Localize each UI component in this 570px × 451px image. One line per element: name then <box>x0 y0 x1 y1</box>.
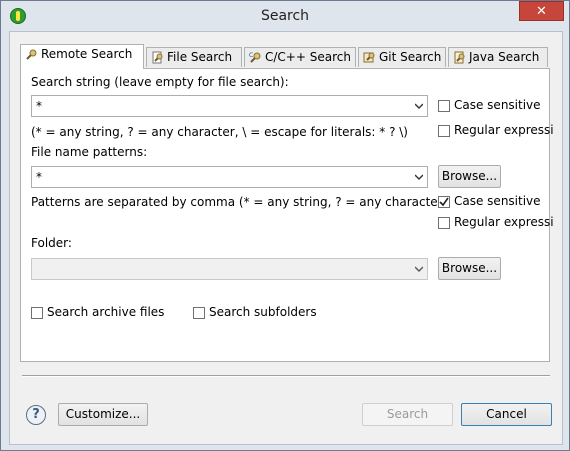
search-subfolders-label: Search subfolders <box>209 305 317 319</box>
tab-label: File Search <box>167 50 233 64</box>
cpp-search-icon: C <box>249 52 261 63</box>
checkmark-icon <box>439 197 449 207</box>
search-archive-label: Search archive files <box>47 305 165 319</box>
file-regex-label: Regular expressi <box>454 215 554 229</box>
search-string-combo[interactable]: * <box>31 95 428 117</box>
search-string-value: * <box>36 99 42 113</box>
tab-label: C/C++ Search <box>265 50 351 64</box>
tab-cpp-search[interactable]: C C/C++ Search <box>244 47 356 67</box>
git-search-icon <box>363 52 375 63</box>
folder-browse-button[interactable]: Browse... <box>438 257 501 280</box>
remote-search-icon <box>26 49 37 60</box>
chevron-down-icon[interactable] <box>415 173 423 181</box>
file-search-icon <box>152 51 163 64</box>
search-string-hint: (* = any string, ? = any character, \ = … <box>31 125 408 139</box>
tab-label: Git Search <box>379 50 442 64</box>
tab-file-search[interactable]: File Search <box>146 47 242 67</box>
search-case-sensitive-label: Case sensitive <box>454 98 541 112</box>
search-dialog: Search ✕ Remote Search File Search C C/C… <box>0 0 570 451</box>
folder-label: Folder: <box>31 236 72 250</box>
divider <box>22 375 550 377</box>
file-regex-checkbox[interactable] <box>438 217 450 229</box>
title-bar: Search ✕ <box>1 1 569 31</box>
file-name-label: File name patterns: <box>31 145 148 159</box>
customize-button[interactable]: Customize... <box>58 403 148 426</box>
java-search-icon <box>454 51 465 64</box>
remote-search-panel: Search string (leave empty for file sear… <box>20 68 554 362</box>
search-regex-label: Regular expressi <box>454 123 554 137</box>
folder-combo[interactable] <box>31 258 428 280</box>
file-name-hint: Patterns are separated by comma (* = any… <box>31 195 448 209</box>
close-button[interactable]: ✕ <box>519 1 564 21</box>
file-name-browse-button[interactable]: Browse... <box>438 165 501 188</box>
search-regex-checkbox[interactable] <box>438 125 450 137</box>
chevron-down-icon[interactable] <box>415 102 423 110</box>
search-archive-checkbox[interactable] <box>31 307 43 319</box>
file-case-sensitive-checkbox[interactable] <box>438 196 450 208</box>
search-button[interactable]: Search <box>362 403 453 426</box>
chevron-down-icon[interactable] <box>415 265 423 273</box>
dialog-body: Remote Search File Search C C/C++ Search… <box>9 31 563 445</box>
window-title: Search <box>260 8 310 24</box>
svg-text:C: C <box>249 52 253 59</box>
file-name-value: * <box>36 170 42 184</box>
cancel-button[interactable]: Cancel <box>461 403 552 426</box>
tab-label: Java Search <box>469 50 540 64</box>
search-case-sensitive-checkbox[interactable] <box>438 100 450 112</box>
file-case-sensitive-label: Case sensitive <box>454 194 541 208</box>
tab-remote-search[interactable]: Remote Search <box>20 44 144 69</box>
file-name-combo[interactable]: * <box>31 166 428 188</box>
help-icon[interactable]: ? <box>26 405 46 425</box>
tab-git-search[interactable]: Git Search <box>358 47 446 67</box>
tab-label: Remote Search <box>41 47 133 61</box>
tab-java-search[interactable]: Java Search <box>448 47 548 67</box>
search-string-label: Search string (leave empty for file sear… <box>31 75 289 89</box>
search-subfolders-checkbox[interactable] <box>193 307 205 319</box>
